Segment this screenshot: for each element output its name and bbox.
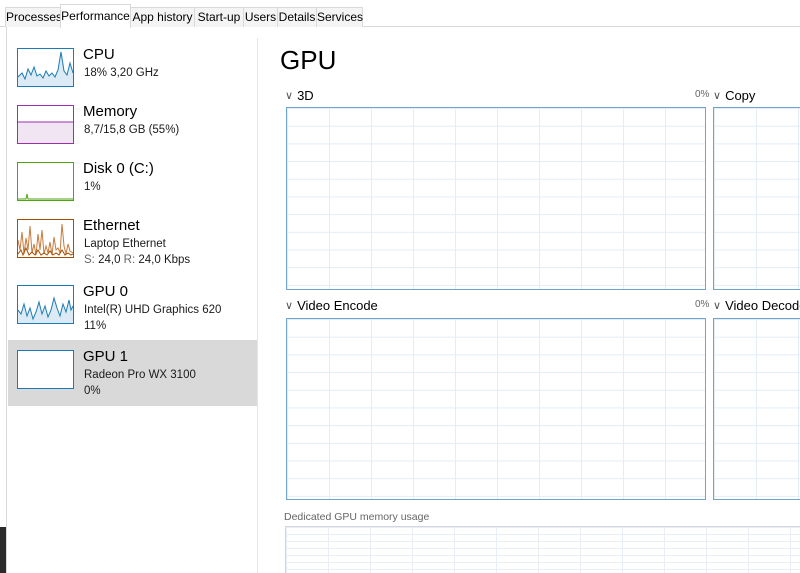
tab-label: Performance — [61, 9, 130, 23]
engine-graph-3d — [286, 107, 706, 290]
background-window-edge — [0, 0, 7, 573]
memory-graph-icon — [17, 105, 74, 144]
sidebar-item-detail: 18% 3,20 GHz — [84, 67, 159, 79]
sidebar-item-title: Ethernet — [83, 217, 140, 234]
sidebar-item-detail: 8,7/15,8 GB (55%) — [84, 124, 180, 136]
page-title: GPU — [280, 45, 337, 75]
engine-graph-video-decode — [713, 318, 800, 500]
engine-selector-copy[interactable]: ∨ Copy — [713, 88, 755, 105]
tab-processes[interactable]: Processes — [5, 7, 63, 27]
engine-label: Copy — [725, 88, 756, 103]
send-value: 24,0 — [98, 254, 121, 266]
tab-label: Users — [244, 10, 277, 24]
tab-label: App history — [132, 10, 193, 24]
ethernet-graph-icon — [17, 219, 74, 258]
tab-details[interactable]: Details — [277, 7, 317, 27]
tab-users[interactable]: Users — [243, 7, 278, 27]
sidebar-item-gpu-1[interactable]: GPU 1 Radeon Pro WX 3100 0% — [8, 340, 257, 406]
send-label: S: — [84, 254, 95, 266]
chevron-down-icon: ∨ — [285, 300, 294, 312]
sidebar-item-detail: Laptop Ethernet — [84, 238, 166, 250]
chevron-down-icon: ∨ — [713, 90, 722, 102]
receive-label: R: — [123, 254, 136, 266]
gpu-1-graph-icon — [17, 350, 74, 389]
tab-label: Processes — [6, 10, 63, 24]
tab-start-up[interactable]: Start-up — [194, 7, 244, 27]
sidebar-item-title: CPU — [83, 46, 115, 63]
ethernet-throughput: S: 24,0 R: 24,0 Kbps — [84, 253, 190, 267]
tab-bar: Processes Performance App history Start-… — [0, 0, 800, 28]
tab-services[interactable]: Services — [316, 7, 363, 27]
tab-label: Details — [278, 10, 316, 24]
engine-label: 3D — [297, 88, 314, 103]
cpu-graph-icon — [17, 48, 74, 87]
chevron-down-icon: ∨ — [713, 300, 722, 312]
sidebar-item-ethernet[interactable]: Ethernet Laptop Ethernet S: 24,0 R: 24,0… — [8, 209, 257, 275]
engine-selector-video-decode[interactable]: ∨ Video Decode — [713, 298, 800, 315]
engine-graph-copy — [713, 107, 800, 290]
engine-selector-3d[interactable]: ∨ 3D — [285, 88, 314, 105]
sidebar-item-detail: Intel(R) UHD Graphics 620 — [84, 304, 222, 316]
sidebar-item-title: Disk 0 (C:) — [83, 160, 154, 177]
engine-label: Video Encode — [297, 298, 378, 313]
sidebar-item-usage: 0% — [84, 385, 101, 397]
sidebar-item-title: GPU 0 — [83, 283, 129, 300]
sidebar-item-title: Memory — [83, 103, 138, 120]
tab-performance[interactable]: Performance — [60, 4, 131, 28]
task-manager-window: Processes Performance App history Start-… — [0, 0, 800, 573]
chevron-down-icon: ∨ — [285, 90, 294, 102]
tab-app-history[interactable]: App history — [130, 7, 195, 27]
engine-label: Video Decode — [725, 298, 800, 313]
disk-graph-icon — [17, 162, 74, 201]
dedicated-memory-graph — [285, 526, 800, 573]
sidebar-item-usage: 11% — [84, 320, 107, 332]
gpu-detail-panel: GPU ∨ 3D 0% ∨ Copy ∨ Video Encode 0% ∨ Video… — [258, 28, 800, 573]
background-window-dark-corner — [0, 527, 6, 573]
engine-percent: 0% — [695, 89, 710, 100]
engine-graph-video-encode — [286, 318, 706, 500]
receive-value: 24,0 Kbps — [138, 254, 191, 266]
tab-label: Services — [317, 10, 364, 24]
sidebar-item-detail: Radeon Pro WX 3100 — [84, 369, 196, 381]
sidebar-item-detail: 1% — [84, 181, 101, 193]
engine-selector-video-encode[interactable]: ∨ Video Encode — [285, 298, 378, 315]
dedicated-memory-label: Dedicated GPU memory usage — [284, 511, 430, 523]
engine-percent: 0% — [695, 299, 710, 310]
tab-label: Start-up — [197, 10, 241, 24]
gpu-0-graph-icon — [17, 285, 74, 324]
resource-sidebar: CPU 18% 3,20 GHz Memory 8,7/15,8 GB (55%… — [8, 38, 258, 573]
sidebar-item-gpu-0[interactable]: GPU 0 Intel(R) UHD Graphics 620 11% — [8, 275, 257, 341]
sidebar-item-title: GPU 1 — [83, 348, 129, 365]
